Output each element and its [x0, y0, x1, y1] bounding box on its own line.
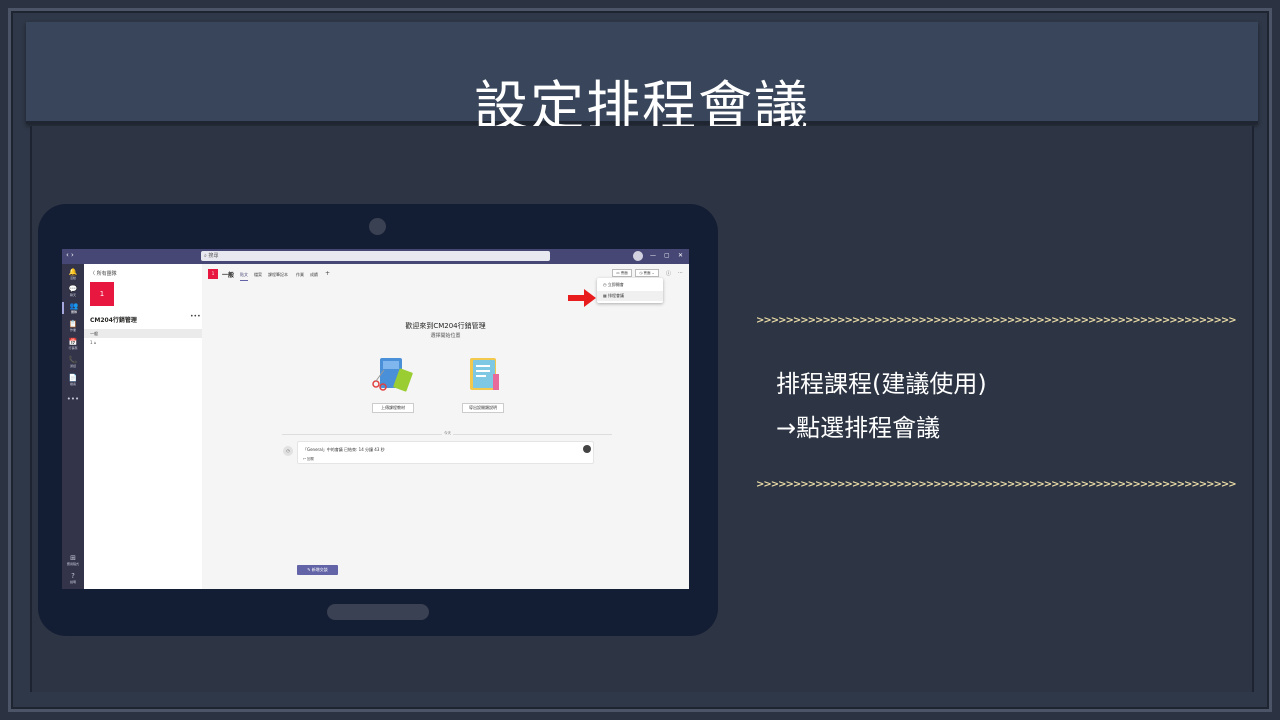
message-avatar — [583, 445, 591, 453]
rail-item-calendar[interactable]: 📅 行事曆 — [62, 338, 84, 350]
assignments-icon: 📋 — [68, 320, 78, 328]
bell-icon: 🔔 — [68, 268, 78, 276]
reply-link[interactable]: ↩ 回覆 — [303, 457, 314, 462]
more-options-icon[interactable]: ··· — [678, 270, 683, 276]
rail-item-chat[interactable]: 💬 聊天 — [62, 285, 84, 297]
info-icon[interactable]: ⓘ — [666, 270, 671, 277]
today-label: 今天 — [442, 431, 453, 436]
app-rail: 🔔 活動 💬 聊天 👥 團隊 📋 作業 📅 行事曆 📞 通話 📄 檔案 ••• ⊞ 應用程式 ?… — [62, 264, 84, 589]
minimize-icon[interactable]: — — [650, 252, 656, 259]
rail-item-calls[interactable]: 📞 通話 — [62, 356, 84, 368]
decor-line-bottom: >>>>>>>>>>>>>>>>>>>>>>>>>>>>>>>>>>>>>>>>… — [756, 480, 1236, 490]
notebook-setup-button[interactable]: 導出設開類說明 — [462, 403, 504, 413]
chat-icon: 💬 — [68, 285, 78, 293]
team-name: CM204行銷管理 — [90, 317, 137, 324]
note-line-2: →點選排程會議 — [776, 414, 941, 442]
maximize-icon[interactable]: ▢ — [664, 252, 670, 259]
calls-icon: 📞 — [68, 356, 78, 364]
home-button — [327, 604, 429, 620]
tab-posts[interactable]: 貼文 — [240, 272, 248, 281]
camera-icon — [369, 218, 386, 235]
welcome-subtitle: 選擇開始位置 — [430, 333, 461, 339]
channel-main: 1 一般 貼文 檔案 課程筆記本 作業 成績 + ▭ 會面 ◷ 會面 ⌄ ⓘ ·… — [202, 264, 689, 589]
teams-topbar: ‹ › ⌕ 搜尋 — ▢ ✕ — [62, 249, 689, 264]
team-tile: 1 — [90, 282, 114, 306]
tab-assignments[interactable]: 作業 — [296, 272, 304, 278]
team-panel: 〈 所有團隊 1 CM204行銷管理 ••• 一般 1 ⌂ — [84, 264, 202, 589]
help-icon: ? — [71, 572, 75, 580]
meeting-icon: ◷ — [283, 446, 293, 456]
channel-sub-item[interactable]: 1 ⌂ — [90, 340, 96, 345]
red-arrow-icon — [568, 289, 596, 307]
note-line-1: 排程課程(建議使用) — [776, 370, 987, 398]
add-tab-button[interactable]: + — [325, 270, 330, 277]
meet-dropdown-button[interactable]: ◷ 會面 ⌄ — [635, 269, 659, 277]
channel-name: 一般 — [222, 272, 235, 279]
welcome-title: 歡迎來到CM204行銷管理 — [405, 322, 486, 330]
rail-item-files[interactable]: 📄 檔案 — [62, 374, 84, 386]
files-icon: 📄 — [68, 374, 78, 382]
meet-button[interactable]: ▭ 會面 — [612, 269, 632, 277]
title-bar: 設定排程會議 — [26, 22, 1258, 138]
team-more-icon[interactable]: ••• — [190, 313, 201, 320]
channel-tile: 1 — [208, 269, 218, 279]
channel-item-general[interactable]: 一般 — [84, 329, 202, 338]
search-input[interactable]: ⌕ 搜尋 — [201, 251, 550, 261]
teams-icon: 👥 — [69, 302, 79, 310]
tab-class-notebook[interactable]: 課程筆記本 — [268, 272, 288, 278]
meet-dropdown-menu: ◷ 立即開會 ▦ 排程會議 — [597, 278, 663, 303]
rail-item-assignments[interactable]: 📋 作業 — [62, 320, 84, 332]
nav-arrows-icon[interactable]: ‹ › — [66, 251, 74, 259]
rail-item-more[interactable]: ••• — [62, 395, 84, 403]
new-conversation-button[interactable]: ✎ 新增交談 — [297, 565, 338, 575]
meeting-message-card[interactable]: 「General」中的會議 已結束: 14 分鐘 43 秒 ↩ 回覆 — [297, 441, 594, 464]
rail-item-apps[interactable]: ⊞ 應用程式 — [62, 554, 84, 566]
message-text: 「General」中的會議 已結束: 14 分鐘 43 秒 — [303, 447, 385, 452]
upload-materials-button[interactable]: 上傳課程教材 — [372, 403, 414, 413]
apps-icon: ⊞ — [70, 554, 76, 562]
tab-files[interactable]: 檔案 — [254, 272, 262, 278]
calendar-icon: 📅 — [68, 338, 78, 346]
more-icon: ••• — [66, 395, 80, 403]
meet-now-item[interactable]: ◷ 立即開會 — [597, 280, 663, 290]
decor-line-top: >>>>>>>>>>>>>>>>>>>>>>>>>>>>>>>>>>>>>>>>… — [756, 316, 1236, 326]
rail-item-teams[interactable]: 👥 團隊 — [62, 302, 84, 314]
rail-item-activity[interactable]: 🔔 活動 — [62, 268, 84, 280]
notebook-illustration — [470, 358, 499, 390]
close-icon[interactable]: ✕ — [678, 252, 683, 259]
tab-grades[interactable]: 成績 — [310, 272, 318, 278]
upload-materials-illustration — [372, 358, 413, 392]
all-teams-link[interactable]: 〈 所有團隊 — [90, 270, 117, 277]
avatar[interactable] — [633, 251, 643, 261]
rail-item-help[interactable]: ? 說明 — [62, 572, 84, 584]
schedule-meeting-item[interactable]: ▦ 排程會議 — [597, 291, 663, 301]
